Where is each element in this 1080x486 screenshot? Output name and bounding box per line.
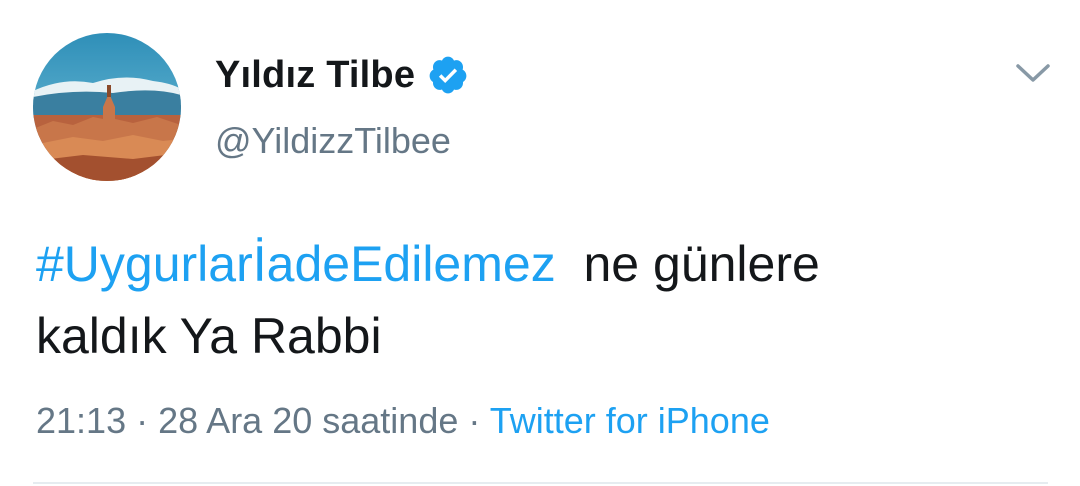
meta-separator: · — [468, 400, 481, 441]
avatar-image — [33, 33, 181, 181]
tweet-body-line2: kaldık Ya Rabbi — [36, 308, 382, 364]
chevron-down-icon[interactable] — [1014, 60, 1052, 86]
tweet-date[interactable]: 28 Ara 20 saatinde — [158, 400, 458, 441]
meta-separator: · — [136, 400, 149, 441]
tweet-time[interactable]: 21:13 — [36, 400, 126, 441]
tweet-card: Yıldız Tilbe @YildizzTilbee #Uygurlarİad… — [0, 0, 1080, 486]
display-name[interactable]: Yıldız Tilbe — [215, 54, 415, 97]
tweet-text: #UygurlarİadeEdilemez ne günlere kaldık … — [36, 228, 1046, 372]
avatar[interactable] — [33, 33, 181, 181]
tweet-source-link[interactable]: Twitter for iPhone — [490, 400, 770, 441]
divider — [33, 482, 1048, 484]
tweet-meta: 21:13 · 28 Ara 20 saatinde · Twitter for… — [36, 400, 770, 442]
author-name-row[interactable]: Yıldız Tilbe — [215, 50, 469, 100]
verified-badge-icon — [427, 54, 469, 96]
tweet-body-line1: ne günlere — [583, 236, 820, 292]
hashtag-link[interactable]: #UygurlarİadeEdilemez — [36, 236, 556, 292]
author-handle[interactable]: @YildizzTilbee — [215, 120, 451, 162]
